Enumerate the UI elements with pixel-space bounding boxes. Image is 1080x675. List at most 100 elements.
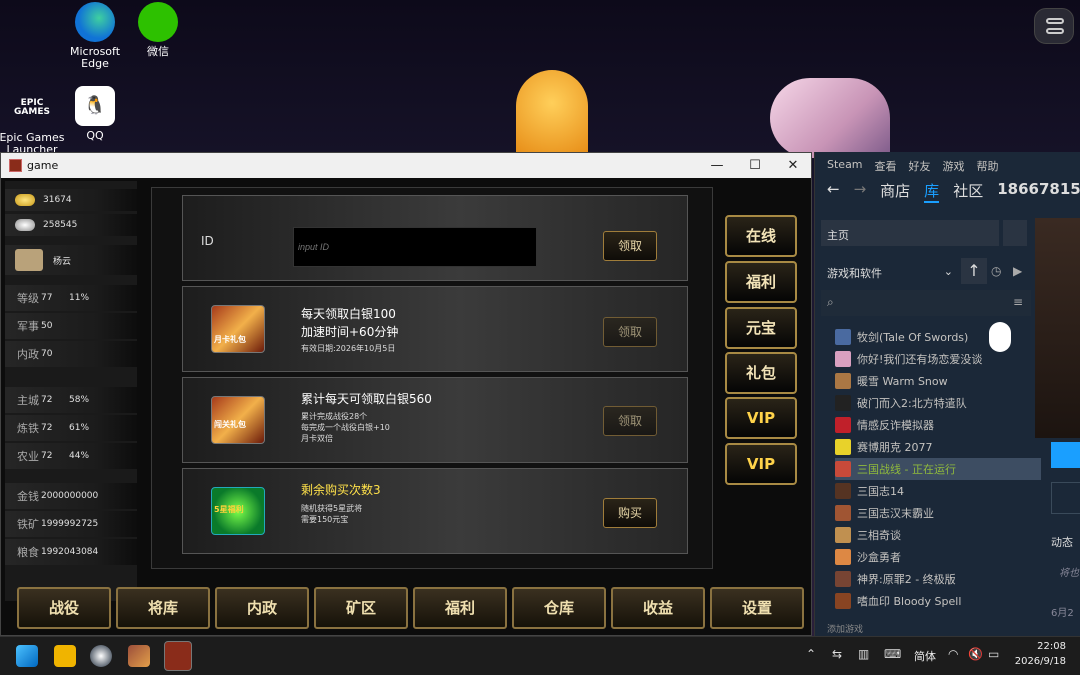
chevron-down-icon: ⌄ xyxy=(943,265,953,278)
welfare-button[interactable]: 福利 xyxy=(725,261,797,303)
toggle-icon xyxy=(1046,18,1064,24)
bottom-tab[interactable]: 福利 xyxy=(413,587,507,629)
back-arrow-icon[interactable]: ← xyxy=(827,180,840,203)
player-row: 杨云 xyxy=(5,245,137,275)
steam-menu-friends[interactable]: 好友 xyxy=(909,158,931,174)
switch-icon[interactable]: ⇆ xyxy=(832,647,842,661)
id-input[interactable] xyxy=(293,227,537,267)
id-label: ID xyxy=(201,234,214,248)
maximize-button[interactable]: ☐ xyxy=(735,155,775,176)
mute-icon[interactable]: 🔇 xyxy=(968,647,983,661)
add-game-link[interactable]: 添加游戏 xyxy=(815,622,1035,636)
library-game-item[interactable]: 神界:原罪2 - 终极版 xyxy=(835,568,1023,590)
forward-arrow-icon[interactable]: → xyxy=(854,180,867,203)
library-game-item[interactable]: 嗜血印 Bloody Spell xyxy=(835,590,1023,612)
game-title: 三国志14 xyxy=(857,485,904,498)
wifi-icon[interactable]: ◠ xyxy=(948,647,958,661)
bottom-tab[interactable]: 内政 xyxy=(215,587,309,629)
desktop-icon-qq[interactable]: 🐧 QQ xyxy=(60,86,130,142)
stat-row: 等级 77 11% xyxy=(5,285,137,311)
nav-username[interactable]: 18667815 xyxy=(997,180,1080,203)
game-icon xyxy=(835,505,851,521)
library-game-item[interactable]: 三国志汉末霸业 xyxy=(835,502,1023,524)
desktop-icon-wechat[interactable]: 微信 xyxy=(123,2,193,58)
filter-dropdown[interactable]: 游戏和软件 ⌄ xyxy=(821,258,957,284)
nav-community[interactable]: 社区 xyxy=(953,180,983,203)
close-button[interactable]: ✕ xyxy=(773,155,813,176)
steam-menu-games[interactable]: 游戏 xyxy=(943,158,965,174)
buy-button[interactable]: 购买 xyxy=(603,498,657,528)
game-icon xyxy=(835,329,851,345)
claim-id-button[interactable]: 领取 xyxy=(603,231,657,261)
nav-library[interactable]: 库 xyxy=(924,180,940,203)
online-button[interactable]: 在线 xyxy=(725,215,797,257)
play-button[interactable] xyxy=(1051,442,1080,468)
bottom-tab[interactable]: 仓库 xyxy=(512,587,606,629)
steam-menu-view[interactable]: 查看 xyxy=(875,158,897,174)
chevron-up-icon[interactable]: ⌃ xyxy=(806,647,816,661)
desktop-icon-edge[interactable]: Microsoft Edge xyxy=(60,2,130,70)
clock-date[interactable]: 2026/9/18 xyxy=(1010,656,1066,667)
file-explorer-icon[interactable] xyxy=(54,645,76,667)
search-bar[interactable]: ⌕ ≡ xyxy=(821,290,1031,316)
library-game-item[interactable]: 三国战线 - 正在运行 xyxy=(835,458,1041,480)
gold-value: 31674 xyxy=(43,195,72,205)
clock-time[interactable]: 22:08 xyxy=(1022,641,1066,652)
game-title: 嗜血印 Bloody Spell xyxy=(857,595,962,608)
media-icon[interactable]: ▥ xyxy=(858,647,869,661)
bottom-tab[interactable]: 将库 xyxy=(116,587,210,629)
bottom-tab[interactable]: 收益 xyxy=(611,587,705,629)
claim-stage-button[interactable]: 领取 xyxy=(603,406,657,436)
sort-up-icon[interactable]: ↑ xyxy=(961,258,987,284)
epic-icon: EPIC GAMES xyxy=(14,98,50,117)
stat-label: 铁矿 xyxy=(17,518,39,531)
store-page-button[interactable] xyxy=(1051,482,1080,514)
steam-menu-help[interactable]: 帮助 xyxy=(977,158,999,174)
grid-view-icon[interactable] xyxy=(1003,220,1027,246)
quick-settings-button[interactable] xyxy=(1034,8,1074,44)
vip-button[interactable]: VIP xyxy=(725,397,797,439)
stats-panel: 31674 258545 杨云 等级 77 11% 军事 50 内政 70 主城… xyxy=(5,181,137,601)
yuanbao-button[interactable]: 元宝 xyxy=(725,307,797,349)
claim-monthly-button[interactable]: 领取 xyxy=(603,317,657,347)
play-icon[interactable]: ▶ xyxy=(1013,264,1022,278)
game-icon xyxy=(835,593,851,609)
stat-label: 金钱 xyxy=(17,490,39,503)
game-icon xyxy=(835,483,851,499)
minimize-button[interactable]: — xyxy=(697,155,737,176)
silver-value: 258545 xyxy=(43,220,78,230)
bottom-tab[interactable]: 设置 xyxy=(710,587,804,629)
library-game-item[interactable]: 三国志14 xyxy=(835,480,1023,502)
stat-value: 50 xyxy=(41,321,53,331)
library-game-item[interactable]: 沙盒勇者 xyxy=(835,546,1023,568)
card-note: 随机获得5星武将 xyxy=(301,504,363,513)
library-game-item[interactable]: 三相奇谈 xyxy=(835,524,1023,546)
desktop-icon-epic[interactable]: EPIC GAMES Epic Games Launcher xyxy=(0,88,67,156)
card-note: 每完成一个战役白银+10 xyxy=(301,423,390,432)
start-icon[interactable] xyxy=(16,645,38,667)
gift-button[interactable]: 礼包 xyxy=(725,352,797,394)
game-icon xyxy=(835,395,851,411)
keyboard-icon[interactable]: ⌨ xyxy=(884,647,901,661)
game-taskbar-icon[interactable] xyxy=(164,641,192,671)
title-bar[interactable]: game — ☐ ✕ xyxy=(1,153,811,178)
library-game-item[interactable]: 赛博朋克 2077 xyxy=(835,436,1023,458)
steam-menu-steam[interactable]: Steam xyxy=(827,158,863,174)
battery-icon[interactable]: ▭ xyxy=(988,647,999,661)
app-icon[interactable] xyxy=(128,645,150,667)
bottom-tab[interactable]: 矿区 xyxy=(314,587,408,629)
library-game-item[interactable]: 你好!我们还有场恋爱没谈 xyxy=(835,348,1023,370)
nav-store[interactable]: 商店 xyxy=(880,180,910,203)
stat-label: 农业 xyxy=(17,450,39,463)
ime-indicator[interactable]: 简体 xyxy=(914,648,936,664)
recent-icon[interactable]: ◷ xyxy=(991,264,1001,278)
vip-plus-button[interactable]: VIP xyxy=(725,443,797,485)
library-game-item[interactable]: 暖雪 Warm Snow xyxy=(835,370,1023,392)
library-home[interactable]: 主页 xyxy=(821,220,999,246)
card-note: 月卡双倍 xyxy=(301,434,333,443)
library-game-item[interactable]: 情感反诈模拟器 xyxy=(835,414,1023,436)
game-icon xyxy=(835,527,851,543)
bottom-tab[interactable]: 战役 xyxy=(17,587,111,629)
steam-icon[interactable] xyxy=(90,645,112,667)
library-game-item[interactable]: 破门而入2:北方特遣队 xyxy=(835,392,1023,414)
